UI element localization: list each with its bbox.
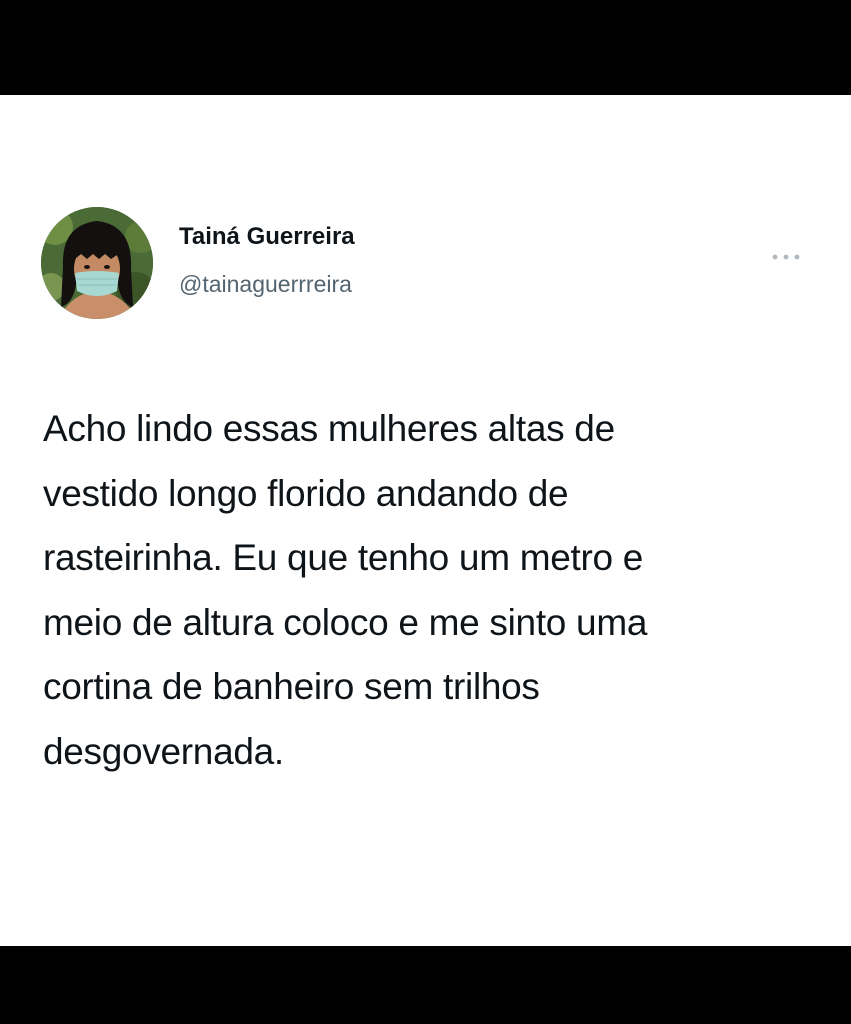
more-options-button[interactable]	[766, 245, 806, 269]
tweet-text-line: rasteirinha. Eu que tenho um metro e	[43, 537, 644, 578]
tweet-text-line: cortina de banheiro sem trilhos	[43, 666, 540, 707]
user-handle[interactable]: @tainaguerrreira	[179, 271, 352, 298]
more-horizontal-icon	[772, 254, 800, 260]
tweet-text-line: vestido longo florido andando de	[43, 472, 569, 514]
screenshot-frame: Tainá Guerreira @tainaguerrreira Acho li…	[0, 0, 851, 1024]
tweet-text: Acho lindo essas mulheres altas de vesti…	[43, 397, 823, 784]
display-name[interactable]: Tainá Guerreira	[179, 223, 355, 251]
tweet-text-line: desgovernada.	[43, 730, 284, 772]
avatar-photo	[41, 207, 153, 319]
tweet-text-line: Acho lindo essas mulheres altas de	[43, 408, 615, 449]
avatar[interactable]	[41, 207, 153, 319]
tweet-text-line: meio de altura coloco e me sinto uma	[43, 601, 648, 643]
tweet-card: Tainá Guerreira @tainaguerrreira Acho li…	[0, 95, 851, 946]
